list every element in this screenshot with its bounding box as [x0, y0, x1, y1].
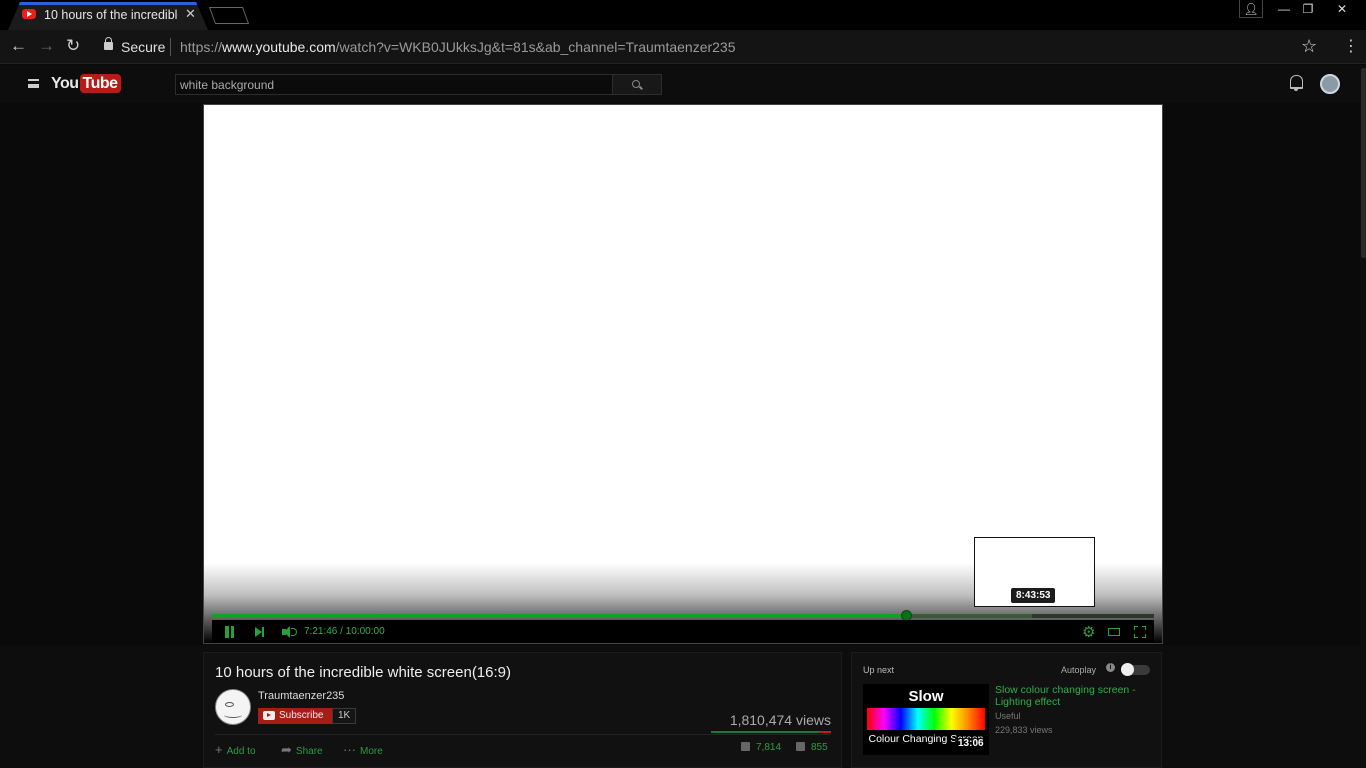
plus-icon: + [215, 742, 223, 757]
youtube-play-icon [263, 711, 275, 720]
forward-arrow-icon[interactable]: → [38, 36, 55, 56]
url-scheme: https:// [180, 39, 223, 55]
fullscreen-corner [1142, 634, 1146, 638]
url-host: www.youtube.com [222, 39, 336, 55]
info-icon[interactable]: i [1106, 663, 1115, 672]
player-controls: 7:21:46 / 10:00:00 ⚙ [212, 620, 1154, 643]
logo-you: You [51, 75, 79, 92]
autoplay-label: Autoplay [1061, 665, 1097, 675]
pause-icon[interactable] [224, 626, 235, 638]
dislike-count: 855 [811, 742, 828, 753]
restore-button[interactable]: ❐ [1294, 0, 1322, 18]
fullscreen-icon[interactable] [1134, 626, 1146, 638]
subscribe-button[interactable]: Subscribe [258, 708, 332, 724]
search-icon [632, 80, 640, 88]
like-dislike-bar [711, 731, 831, 733]
recommended-thumbnail[interactable]: Slow Colour Changing Screen 13:06 [863, 684, 989, 755]
youtube-logo[interactable]: You Tube [51, 74, 121, 93]
subscribe-label: Subscribe [279, 710, 324, 721]
like-ratio-fill [711, 731, 820, 733]
fullscreen-corner [1134, 626, 1138, 630]
toggle-knob [1121, 663, 1134, 676]
search-button[interactable] [612, 74, 662, 95]
share-label: Share [295, 746, 323, 757]
more-dots-icon: ··· [343, 742, 356, 757]
volume-icon[interactable] [282, 626, 298, 638]
thumbnail-heading: Slow [908, 688, 944, 705]
up-next-heading: Up next [863, 665, 895, 675]
tab-title: 10 hours of the incredible white screen(… [44, 8, 178, 22]
browser-menu-icon[interactable]: ⋮ [1343, 36, 1359, 56]
video-player[interactable]: 8:43:53 7:21:46 / 10:00:00 ⚙ [203, 104, 1163, 644]
new-tab-button[interactable] [208, 7, 250, 24]
bookmark-star-icon[interactable]: ☆ [1301, 36, 1317, 57]
video-duration-badge: 13:06 [955, 738, 987, 749]
dislike-button[interactable]: 855 [796, 742, 828, 753]
add-to-button[interactable]: + Add to [215, 742, 256, 757]
youtube-favicon-icon [22, 9, 36, 19]
share-button[interactable]: ➦ Share [281, 742, 323, 758]
address-bar[interactable]: Secure https://www.youtube.com/watch?v=W… [94, 34, 1334, 60]
hamburger-menu-icon[interactable] [28, 79, 39, 88]
like-button[interactable]: 7,814 [741, 742, 781, 753]
channel-name[interactable]: Traumtaenzer235 [258, 690, 344, 702]
channel-avatar[interactable] [215, 689, 251, 725]
video-info-panel: 10 hours of the incredible white screen(… [203, 652, 842, 768]
more-button[interactable]: ··· More [343, 742, 383, 757]
volume-wave [291, 628, 297, 636]
progress-bar[interactable] [212, 610, 1154, 621]
close-window-button[interactable]: ✕ [1320, 0, 1364, 18]
info-divider [215, 734, 831, 735]
fullscreen-corner [1134, 634, 1138, 638]
youtube-masthead: You Tube white background [0, 65, 1366, 103]
progress-played [212, 614, 906, 618]
thumbs-down-icon [796, 742, 805, 751]
profile-button[interactable]: 👤︎ [1239, 0, 1263, 18]
recommended-views: 229,833 views [995, 725, 1053, 735]
autoplay-toggle[interactable] [1121, 663, 1150, 676]
logo-tube: Tube [79, 74, 121, 93]
subscriber-count: 1K [332, 708, 357, 724]
view-count: 1,810,474 views [729, 712, 831, 728]
add-to-label: Add to [226, 746, 256, 757]
recommended-title[interactable]: Slow colour changing screen - Lighting e… [995, 684, 1150, 708]
recommended-channel: Useful [995, 711, 1021, 721]
time-display: 7:21:46 / 10:00:00 [304, 626, 385, 637]
up-next-sidebar: Up next Autoplay i Slow Colour Changing … [851, 652, 1162, 768]
address-divider [170, 38, 171, 56]
url-text[interactable]: https://www.youtube.com/watch?v=WKB0JUkk… [180, 39, 736, 55]
reload-icon[interactable]: ↻ [66, 36, 80, 56]
next-video-icon[interactable] [255, 627, 265, 637]
tab-close-icon[interactable]: ✕ [185, 6, 196, 22]
share-icon: ➦ [281, 742, 292, 757]
seek-preview-time: 8:43:53 [1011, 588, 1056, 603]
like-count: 7,814 [756, 742, 782, 753]
back-arrow-icon[interactable]: ← [10, 36, 27, 56]
more-label: More [360, 746, 383, 757]
settings-gear-icon[interactable]: ⚙ [1082, 623, 1095, 641]
thumbs-up-icon [741, 742, 750, 751]
browser-toolbar: ← → ↻ Secure https://www.youtube.com/wat… [0, 30, 1366, 64]
url-path: /watch?v=WKB0JUkksJg&t=81s&ab_channel=Tr… [335, 39, 736, 55]
user-avatar[interactable] [1320, 74, 1340, 94]
notifications-bell-icon[interactable] [1290, 75, 1303, 91]
window-titlebar: 10 hours of the incredible white screen(… [0, 0, 1366, 30]
theater-mode-icon[interactable] [1108, 628, 1120, 636]
thumbnail-spectrum [867, 708, 985, 730]
search-input[interactable]: white background [175, 74, 613, 95]
search-input-value: white background [180, 78, 275, 92]
secure-label: Secure [121, 39, 166, 55]
video-title: 10 hours of the incredible white screen(… [215, 664, 512, 681]
fullscreen-corner [1142, 626, 1146, 630]
scrollbar-thumb[interactable] [1361, 68, 1366, 258]
lock-icon [104, 37, 113, 50]
